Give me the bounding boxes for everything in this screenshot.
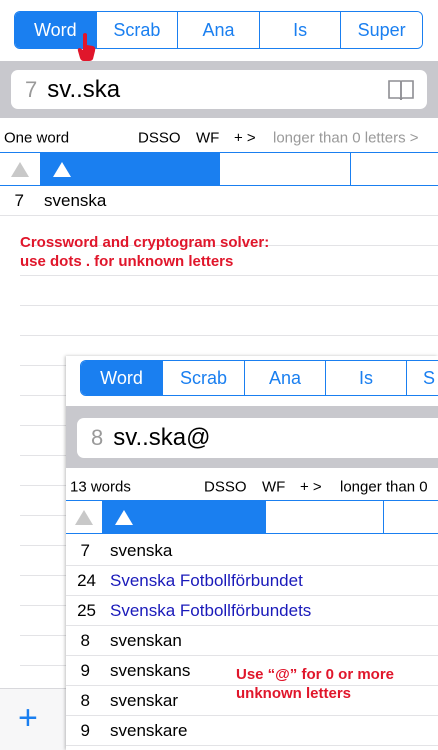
bottom-toolbar: + xyxy=(0,688,66,750)
tab-word[interactable]: Word xyxy=(81,361,162,395)
sort-column-3[interactable] xyxy=(220,153,351,185)
list-item[interactable]: 7 svenska xyxy=(0,186,438,216)
word-length: 9 xyxy=(80,660,90,680)
at-sign-hint-annotation: Use “@” for 0 or more unknown letters xyxy=(236,666,394,702)
tab-ana[interactable]: Ana xyxy=(244,361,325,395)
word-frequency-label[interactable]: WF xyxy=(196,130,219,147)
sort-column-3[interactable] xyxy=(266,501,384,533)
add-button[interactable]: + xyxy=(18,699,38,738)
word-length: 8 xyxy=(80,630,90,650)
length-filter-link[interactable]: longer than 0 letters > xyxy=(273,130,419,147)
sort-ascending-icon xyxy=(115,509,134,525)
word-length: 25 xyxy=(77,600,96,620)
dots-hint-annotation: Crossword and cryptogram solver: use dot… xyxy=(20,234,270,270)
search-bar: 8 sv..ska@ xyxy=(66,406,438,468)
search-query: sv..ska@ xyxy=(113,424,211,451)
sort-by-length-button[interactable] xyxy=(66,501,104,533)
search-input[interactable]: 7 sv..ska xyxy=(11,70,427,109)
overlay-screenshot: Word Scrab Ana Is S 8 sv..ska@ 13 words … xyxy=(66,356,438,750)
list-separator xyxy=(20,306,438,336)
search-length-count: 7 xyxy=(25,76,38,102)
tab-super[interactable]: Super xyxy=(340,12,422,48)
word-text: svenskan xyxy=(110,630,182,650)
list-item[interactable]: 24 Svenska Fotbollförbundet xyxy=(66,566,438,596)
word-length: 9 xyxy=(80,720,90,740)
word-length: 8 xyxy=(80,690,90,710)
sort-ascending-icon xyxy=(11,161,29,177)
sort-alphabetical-button[interactable] xyxy=(41,153,220,185)
word-length: 24 xyxy=(77,570,96,590)
more-options-link[interactable]: + > xyxy=(234,130,256,147)
sort-ascending-icon xyxy=(75,509,94,525)
word-text: svenskare xyxy=(110,720,188,740)
mode-segmented-control: Word Scrab Ana Is S xyxy=(80,360,438,396)
search-length-count: 8 xyxy=(91,425,104,450)
result-info-bar: One word DSSO WF + > longer than 0 lette… xyxy=(0,124,438,152)
tab-is[interactable]: Is xyxy=(325,361,406,395)
sort-column-4[interactable] xyxy=(384,501,438,533)
book-icon[interactable] xyxy=(387,78,415,102)
more-options-link[interactable]: + > xyxy=(300,479,322,496)
word-length: 7 xyxy=(14,190,24,210)
result-count: One word xyxy=(4,129,70,147)
result-list: 7 svenska 24 Svenska Fotbollförbundet 25… xyxy=(66,536,438,750)
list-item[interactable]: 25 Svenska Fotbollförbundets xyxy=(66,596,438,626)
sort-column-4[interactable] xyxy=(351,153,438,185)
list-separator xyxy=(20,276,438,306)
word-length: 7 xyxy=(80,540,90,560)
length-filter-link[interactable]: longer than 0 xyxy=(340,479,428,496)
tab-scrab[interactable]: Scrab xyxy=(95,12,178,48)
word-text: svenskans xyxy=(110,660,191,680)
result-info-bar: 13 words DSSO WF + > longer than 0 xyxy=(66,473,438,501)
list-item[interactable]: 8 svenskan xyxy=(66,626,438,656)
sort-ascending-icon xyxy=(53,161,71,177)
sort-by-length-button[interactable] xyxy=(0,153,41,185)
list-item[interactable]: 7 svenska xyxy=(66,536,438,566)
search-input[interactable]: 8 sv..ska@ xyxy=(77,418,438,458)
tab-scrab[interactable]: Scrab xyxy=(162,361,244,395)
tab-ana[interactable]: Ana xyxy=(177,12,259,48)
sort-bar xyxy=(66,500,438,534)
result-count: 13 words xyxy=(70,478,131,496)
word-text: svenska xyxy=(44,190,107,210)
word-frequency-label[interactable]: WF xyxy=(262,479,285,496)
list-item[interactable]: 9 svenskare xyxy=(66,716,438,746)
tap-hand-icon xyxy=(77,33,96,61)
word-text: svenskar xyxy=(110,690,179,710)
tab-is[interactable]: Is xyxy=(258,12,341,48)
sort-bar xyxy=(0,152,438,186)
search-bar: 7 sv..ska xyxy=(0,61,438,118)
tab-super[interactable]: S xyxy=(406,361,438,395)
sort-alphabetical-button[interactable] xyxy=(103,501,266,533)
word-text-link[interactable]: Svenska Fotbollförbundet xyxy=(110,571,303,591)
dictionary-label[interactable]: DSSO xyxy=(204,479,247,496)
search-query: sv..ska xyxy=(47,75,121,103)
word-text: svenska xyxy=(110,540,173,560)
word-text-link[interactable]: Svenska Fotbollförbundets xyxy=(110,601,311,621)
dictionary-label[interactable]: DSSO xyxy=(138,130,181,147)
